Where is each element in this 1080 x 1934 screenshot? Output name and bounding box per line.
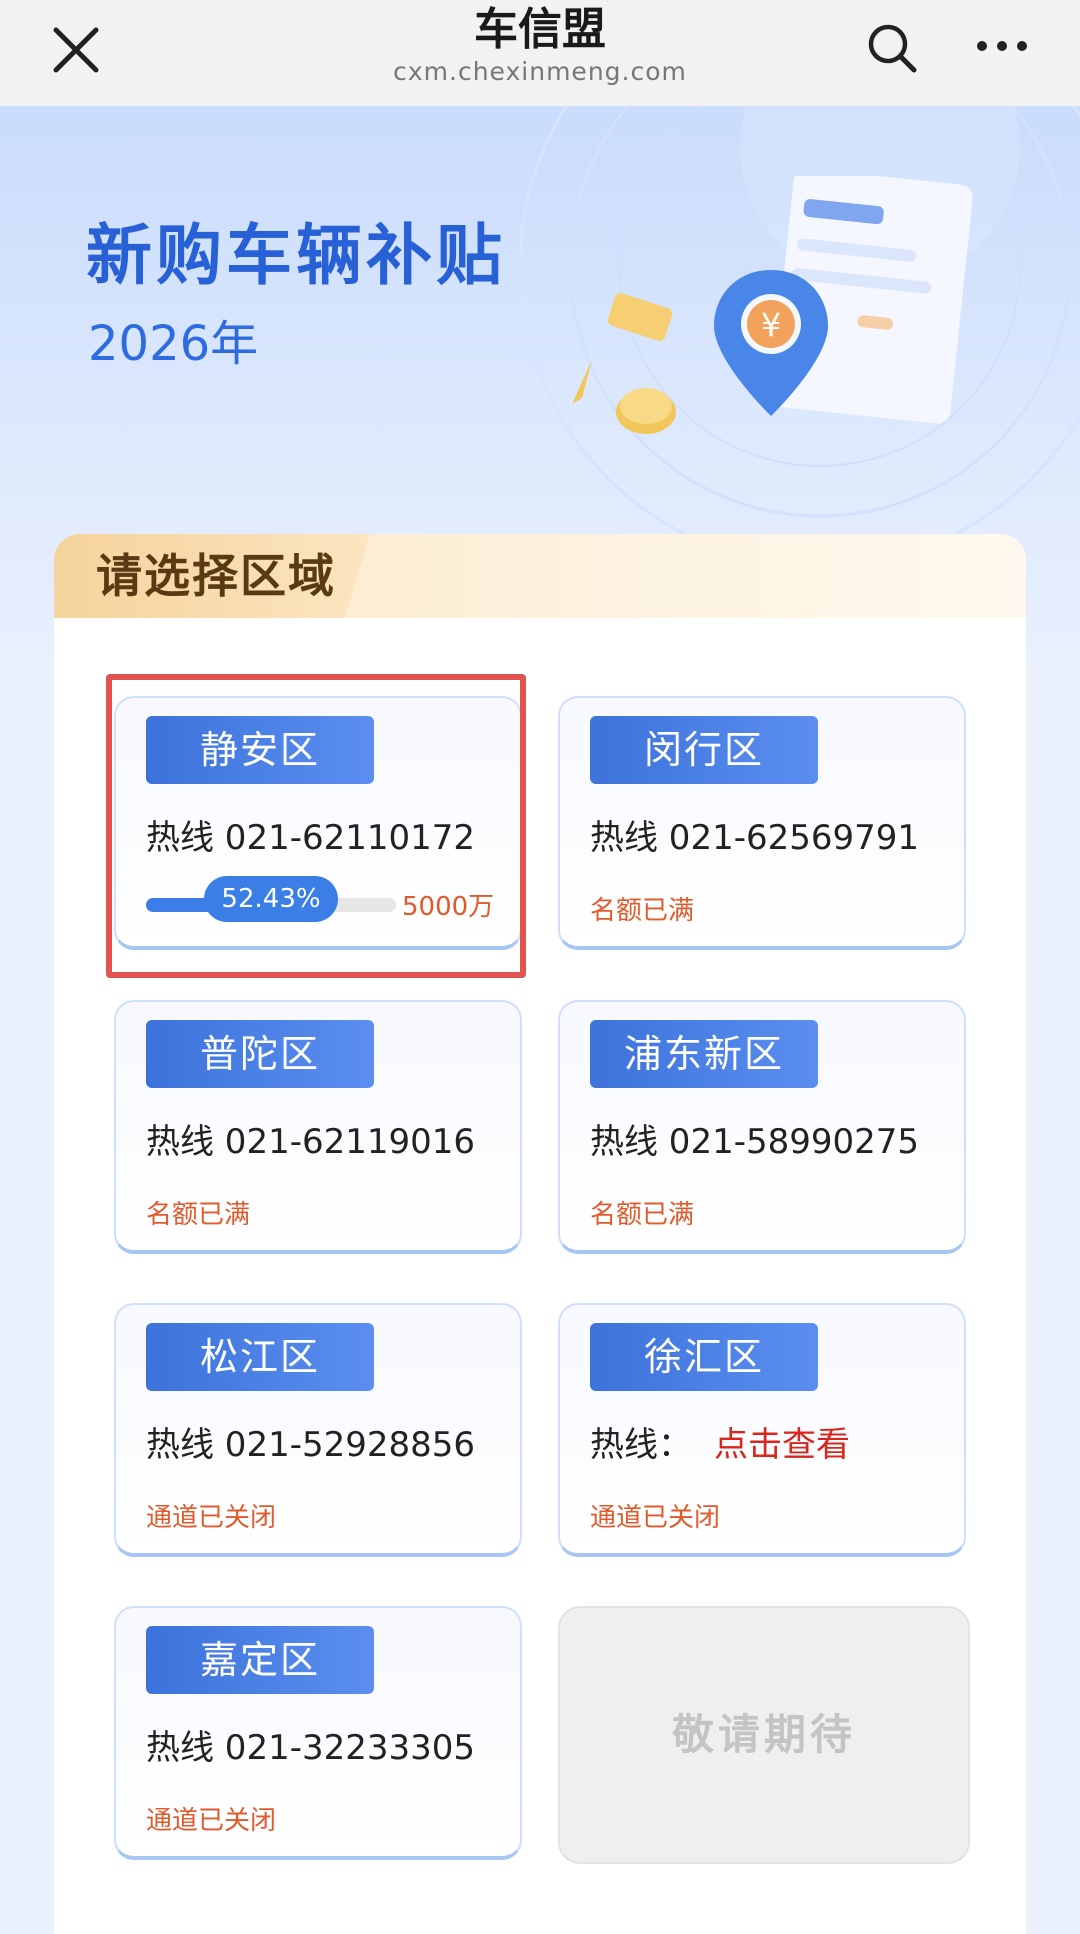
district-tile-putuo[interactable]: 普陀区 热线 021-62119016 名额已满 [114,1000,522,1254]
hero-title: 新购车辆补贴 [86,217,506,294]
district-status: 名额已满 [590,1200,695,1230]
hotline-label: 热线： [590,1425,692,1465]
svg-text:¥: ¥ [761,306,781,344]
district-name: 松江区 [146,1323,374,1391]
district-hotline: 热线 021-62569791 [590,818,920,858]
coin-icon [572,293,676,434]
district-hotline: 热线： 点击查看 [590,1423,850,1467]
district-status: 名额已满 [146,1200,251,1230]
district-status: 名额已满 [590,896,695,926]
title-block: 车信盟 cxm.chexinmeng.com [240,0,840,88]
close-icon[interactable] [46,20,106,80]
search-icon[interactable] [862,18,922,78]
district-hotline: 热线 021-62119016 [146,1122,476,1162]
district-status: 通道已关闭 [146,1503,277,1533]
view-hotline-link[interactable]: 点击查看 [714,1425,850,1465]
district-status: 通道已关闭 [146,1806,277,1836]
section-title: 请选择区域 [96,549,336,603]
district-hotline: 热线 021-58990275 [590,1122,920,1162]
district-hotline: 热线 021-32233305 [146,1728,476,1768]
district-name: 徐汇区 [590,1323,818,1391]
more-icon[interactable] [972,20,1032,80]
app-url: cxm.chexinmeng.com [393,57,687,86]
district-tile-minhang[interactable]: 闵行区 热线 021-62569791 名额已满 [558,696,966,950]
district-status: 通道已关闭 [590,1503,721,1533]
district-name: 嘉定区 [146,1626,374,1694]
hero-year: 2026年 [88,316,259,372]
app-title: 车信盟 [474,4,606,55]
coming-soon-tile: 敬请期待 [558,1606,970,1864]
district-name: 浦东新区 [590,1020,818,1088]
district-tile-pudong[interactable]: 浦东新区 热线 021-58990275 名额已满 [558,1000,966,1254]
district-tile-jiading[interactable]: 嘉定区 热线 021-32233305 通道已关闭 [114,1606,522,1860]
district-tile-xuhui[interactable]: 徐汇区 热线： 点击查看 通道已关闭 [558,1303,966,1557]
district-name: 普陀区 [146,1020,374,1088]
district-name: 闵行区 [590,716,818,784]
district-tile-songjiang[interactable]: 松江区 热线 021-52928856 通道已关闭 [114,1303,522,1557]
top-nav-bar: 车信盟 cxm.chexinmeng.com [0,0,1080,107]
location-yuan-icon: ¥ [714,270,828,416]
section-header: 请选择区域 [54,534,1026,618]
district-hotline: 热线 021-52928856 [146,1425,476,1465]
selection-highlight [106,674,526,978]
